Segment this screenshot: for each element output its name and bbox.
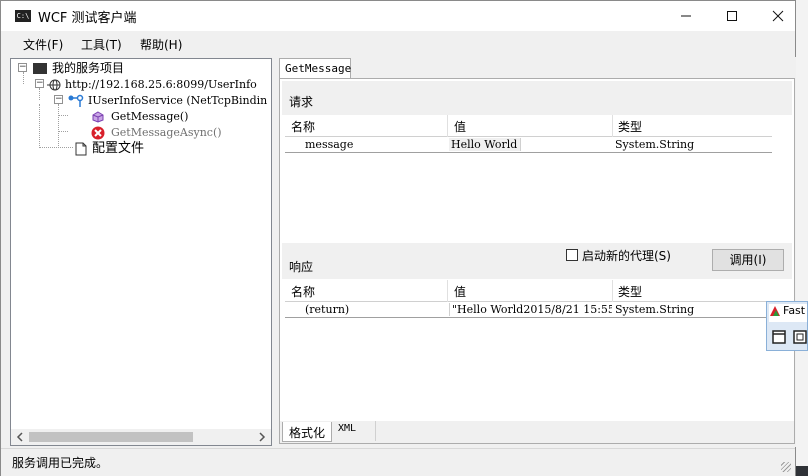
scroll-thumb[interactable]: [29, 432, 193, 442]
background-app-strip: [796, 0, 808, 476]
minimize-button[interactable]: [663, 1, 709, 31]
service-tree[interactable]: − 我的服务项目 − http://192.168.25.6:8099/User…: [10, 58, 272, 446]
tree-line: [58, 131, 68, 132]
param-name: message: [305, 138, 354, 151]
menu-help[interactable]: 帮助(H): [140, 36, 182, 53]
return-type: System.String: [615, 303, 695, 316]
tree-line: [23, 72, 24, 84]
tree-root[interactable]: 我的服务项目: [33, 60, 124, 76]
tree-method-getmessageasync[interactable]: GetMessageAsync(): [91, 124, 222, 140]
collapse-icon[interactable]: −: [35, 79, 44, 88]
return-value[interactable]: "Hello World2015/8/21 15:55: [449, 303, 612, 316]
restore-icon[interactable]: [793, 330, 807, 344]
tab-formatted[interactable]: 格式化: [282, 422, 333, 442]
tree-root-label: 我的服务项目: [52, 61, 125, 75]
menu-tools[interactable]: 工具(T): [81, 36, 122, 53]
method-cube-icon: [92, 110, 104, 123]
request-grid-header: 名称 值 类型: [285, 115, 772, 137]
maximize-icon: [727, 11, 737, 21]
tree-method-getmessage[interactable]: GetMessage(): [91, 108, 188, 124]
tree-line: [39, 104, 40, 148]
column-type: 类型: [618, 285, 643, 299]
tree-line: [58, 104, 59, 148]
status-text: 服务调用已完成。: [12, 456, 109, 470]
scroll-right-icon[interactable]: [257, 429, 267, 445]
console-icon: [33, 63, 47, 74]
tree-line: [39, 147, 73, 148]
invoke-button[interactable]: 调用(I): [712, 249, 784, 271]
response-title: 响应: [289, 260, 314, 274]
tree-line: [58, 115, 68, 116]
column-name: 名称: [291, 285, 316, 299]
tab-content: 请求 名称 值 类型 message Hello World System.St…: [279, 78, 795, 444]
status-bar: 服务调用已完成。: [1, 448, 795, 476]
close-button[interactable]: [755, 1, 801, 31]
column-separator: [447, 115, 448, 137]
window-icon[interactable]: [772, 330, 786, 344]
column-separator: [612, 115, 613, 137]
floating-popup[interactable]: Fast: [766, 301, 808, 351]
param-type: System.String: [615, 138, 695, 151]
title-bar[interactable]: C:\ WCF 测试客户端: [1, 1, 795, 31]
column-value: 值: [454, 120, 467, 134]
start-new-proxy-checkbox[interactable]: [566, 249, 578, 261]
config-label: 配置文件: [92, 141, 145, 156]
tab-getmessage[interactable]: GetMessage: [279, 58, 351, 79]
wcf-client-window: C:\ WCF 测试客户端 文件(F) 工具(T) 帮助(H) − 我的服务项目…: [0, 0, 796, 476]
menu-bar: 文件(F) 工具(T) 帮助(H): [1, 32, 795, 56]
request-title: 请求: [289, 95, 314, 109]
maximize-button[interactable]: [709, 1, 755, 31]
tree-line: [39, 88, 40, 100]
fast-logo-icon: [770, 306, 780, 316]
return-name: (return): [305, 303, 350, 316]
collapse-icon[interactable]: −: [18, 63, 27, 72]
tree-config[interactable]: 配置文件: [75, 140, 144, 156]
column-value: 值: [454, 285, 467, 299]
globe-icon: [47, 79, 61, 90]
param-value-input[interactable]: Hello World: [449, 138, 521, 151]
resize-grip[interactable]: [781, 462, 791, 472]
error-icon: [91, 126, 105, 139]
scroll-left-icon[interactable]: [15, 429, 25, 445]
popup-title: Fast: [783, 304, 806, 317]
app-icon: C:\: [15, 10, 31, 22]
response-row: (return) "Hello World2015/8/21 15:55 Sys…: [285, 302, 772, 318]
collapse-icon[interactable]: −: [54, 95, 63, 104]
minimize-icon: [681, 15, 691, 17]
method1-label: GetMessage(): [111, 110, 189, 123]
menu-file[interactable]: 文件(F): [23, 36, 63, 53]
request-header: 请求: [282, 81, 792, 115]
column-type: 类型: [618, 120, 643, 134]
bottom-tab-strip: 格式化 XML: [280, 421, 794, 443]
column-separator: [447, 280, 448, 302]
response-header: 响应 启动新的代理(S) 调用(I): [282, 243, 792, 279]
file-icon: [75, 142, 87, 155]
response-grid-header: 名称 值 类型: [285, 280, 772, 302]
column-separator: [612, 280, 613, 302]
popup-titlebar: Fast: [769, 304, 807, 322]
service-label: IUserInfoService (NetTcpBindin: [88, 94, 268, 107]
tree-service[interactable]: IUserInfoService (NetTcpBindin: [67, 92, 267, 108]
interface-icon: [68, 94, 84, 107]
tab-xml[interactable]: XML: [332, 421, 376, 441]
method-panel: GetMessage 请求 名称 值 类型 message Hello Worl…: [276, 57, 796, 447]
horizontal-scrollbar[interactable]: [11, 429, 271, 445]
endpoint-label: http://192.168.25.6:8099/UserInfo: [65, 78, 257, 91]
column-name: 名称: [291, 120, 316, 134]
tree-endpoint[interactable]: http://192.168.25.6:8099/UserInfo: [47, 76, 257, 92]
close-icon: [772, 10, 784, 22]
window-title: WCF 测试客户端: [38, 11, 137, 26]
start-new-proxy-label: 启动新的代理(S): [582, 249, 671, 263]
method2-label: GetMessageAsync(): [111, 126, 222, 139]
request-row: message Hello World System.String: [285, 137, 772, 153]
